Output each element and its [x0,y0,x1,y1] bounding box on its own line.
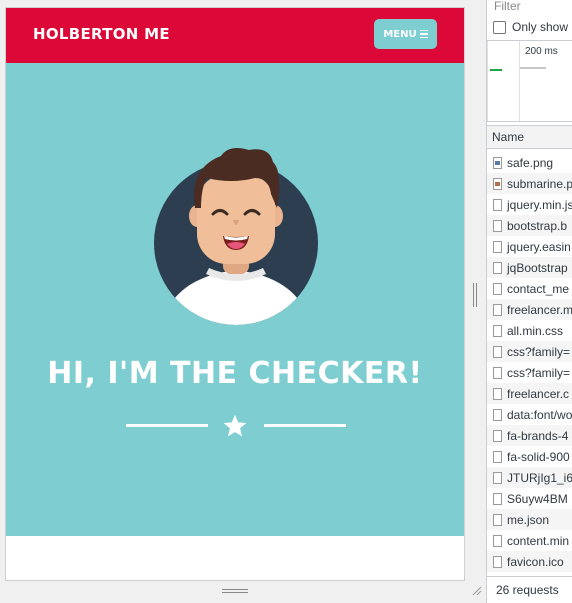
request-row[interactable]: submarine.p [487,173,572,194]
request-name: fa-solid-900 [507,449,570,464]
column-header-label: Name [492,130,525,144]
request-list: safe.png submarine.p jquery.min.js bootstra… [487,152,572,572]
timeline-activity-bar [490,69,502,71]
stylesheet-file-icon [493,345,502,358]
request-name: data:font/wo [507,407,572,422]
network-status-bar: 26 requests [487,576,572,603]
filter-input[interactable]: Filter [494,0,521,13]
stylesheet-file-icon [493,324,502,337]
request-name: JTURjIg1_i6 [507,470,572,485]
stylesheet-file-icon [493,366,502,379]
script-file-icon [493,198,502,211]
brand-link[interactable]: HOLBERTON ME [33,25,170,43]
only-show-label: Only show r [512,20,572,34]
font-file-icon [493,408,502,421]
request-name: all.min.css [507,323,564,338]
request-row[interactable]: fa-solid-900 [487,446,572,467]
script-file-icon [493,219,502,232]
script-file-icon [493,303,502,316]
devtools-network-panel: Filter Only show r 200 ms Name safe.png s… [486,0,572,603]
document-file-icon [493,555,502,568]
request-row[interactable]: S6uyw4BM [487,488,572,509]
hamburger-icon [419,29,428,39]
request-name: jqBootstrap [507,260,568,275]
request-row[interactable]: freelancer.c [487,383,572,404]
divider-line-left [126,424,208,427]
only-show-option[interactable]: Only show r [493,20,572,34]
star-divider [126,411,346,441]
request-row[interactable]: freelancer.m [487,299,572,320]
menu-button[interactable]: MENU [374,19,437,49]
image-file-icon [493,177,502,190]
request-name: S6uyw4BM [507,491,568,506]
menu-label: MENU [383,28,417,40]
timeline-gridline [487,41,488,121]
column-header-name[interactable]: Name [487,125,572,149]
divider-line-right [264,424,346,427]
font-file-icon [493,450,502,463]
request-name: bootstrap.b [507,218,568,233]
request-row[interactable]: css?family= [487,341,572,362]
request-row[interactable]: bootstrap.b [487,215,572,236]
only-show-checkbox[interactable] [493,20,506,34]
script-file-icon [493,261,502,274]
request-name: jquery.min.js [507,197,572,212]
masthead: HI, I'M THE CHECKER! [6,63,464,536]
request-row[interactable]: JTURjIg1_i6 [487,467,572,488]
timeline-tick-label: 200 ms [525,46,558,57]
request-name: favicon.ico [507,554,564,569]
request-row[interactable]: css?family= [487,362,572,383]
page-section-below [6,536,464,580]
request-name: submarine.p [507,176,572,191]
navbar: HOLBERTON ME MENU [6,8,464,63]
viewport-resize-handle-bottom[interactable] [222,589,248,595]
font-file-icon [493,471,502,484]
font-file-icon [493,429,502,442]
request-row[interactable]: jqBootstrap [487,257,572,278]
request-name: contact_me [507,281,570,296]
timeline-gridline [519,41,520,121]
corner-resize-grip-icon[interactable] [470,584,482,596]
request-row[interactable]: all.min.css [487,320,572,341]
document-file-icon [493,513,502,526]
request-row[interactable]: jquery.min.js [487,194,572,215]
script-file-icon [493,240,502,253]
checker-avatar [154,148,318,325]
request-name: safe.png [507,155,554,170]
request-row[interactable]: data:font/wo [487,404,572,425]
script-file-icon [493,534,502,547]
request-count: 26 requests [496,583,559,597]
request-name: me.json [507,512,550,527]
network-timeline-overview[interactable]: 200 ms [487,40,572,122]
request-row[interactable]: me.json [487,509,572,530]
device-viewport: HOLBERTON ME MENU HI, I'M THE CHECKER! [5,7,465,581]
hero-headline: HI, I'M THE CHECKER! [47,356,423,391]
request-name: freelancer.c [507,386,570,401]
stylesheet-file-icon [493,387,502,400]
image-file-icon [493,156,502,169]
timeline-activity-bar [520,67,546,69]
request-name: jquery.easin [507,239,571,254]
request-row[interactable]: fa-brands-4 [487,425,572,446]
request-row[interactable]: jquery.easin [487,236,572,257]
request-name: css?family= [507,344,571,359]
script-file-icon [493,282,502,295]
font-file-icon [493,492,502,505]
request-name: freelancer.m [507,302,572,317]
request-row[interactable]: safe.png [487,152,572,173]
viewport-resize-handle-right[interactable] [473,283,479,307]
request-name: fa-brands-4 [507,428,569,443]
request-row[interactable]: favicon.ico [487,551,572,572]
star-icon [223,414,247,437]
request-name: css?family= [507,365,571,380]
request-name: content.min [507,533,570,548]
request-row[interactable]: contact_me [487,278,572,299]
request-row[interactable]: content.min [487,530,572,551]
